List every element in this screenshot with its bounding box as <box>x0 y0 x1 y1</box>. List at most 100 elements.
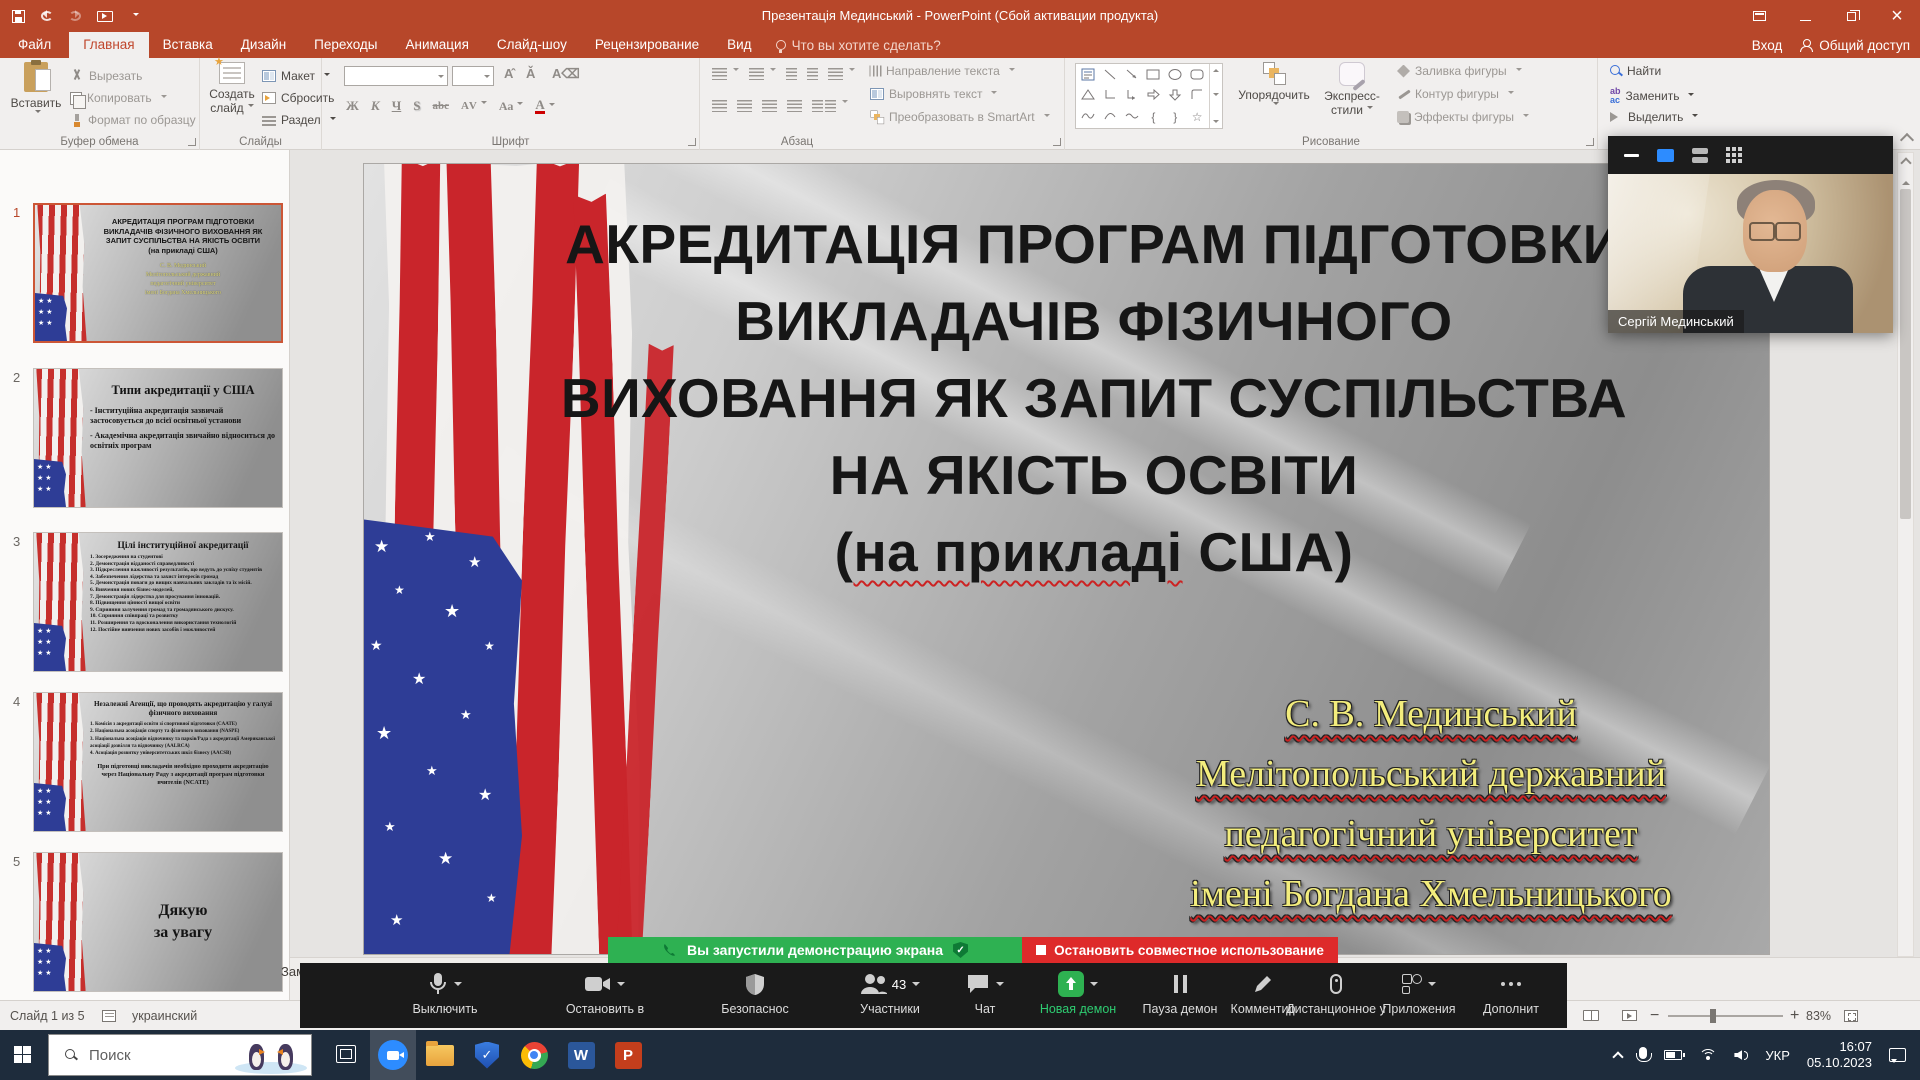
shape-effects-button[interactable]: Эффекты фигуры <box>1397 110 1529 124</box>
tray-expand-icon[interactable] <box>1613 1051 1624 1062</box>
start-button[interactable] <box>14 1046 31 1063</box>
video-options-caret[interactable] <box>617 982 625 990</box>
action-center-icon[interactable] <box>1889 1048 1906 1062</box>
active-speaker-view-icon[interactable] <box>1657 149 1674 162</box>
copy-button[interactable]: Копировать <box>70 88 167 108</box>
tell-me-box[interactable]: Что вы хотите сделать? <box>766 32 941 58</box>
line-spacing-button[interactable] <box>828 68 855 80</box>
layout-button[interactable]: Макет <box>262 66 330 86</box>
speaker-view-icon[interactable] <box>1692 148 1708 154</box>
font-size-combo[interactable] <box>452 66 494 86</box>
notes-label[interactable]: Заметки <box>281 964 302 982</box>
slideshow-view-icon[interactable] <box>1622 1010 1637 1021</box>
strikethrough-button[interactable]: abc <box>432 100 449 112</box>
slide-author-block[interactable]: С. В. Мединський Мелітопольський державн… <box>1101 684 1761 924</box>
chat-caret[interactable] <box>996 982 1004 990</box>
clear-format-button[interactable]: А⌫ <box>552 66 580 82</box>
tab-home[interactable]: Главная <box>69 32 148 58</box>
font-name-combo[interactable] <box>344 66 448 86</box>
text-shadow-button[interactable]: S <box>413 98 420 114</box>
italic-button[interactable]: К <box>371 98 380 114</box>
tab-slideshow[interactable]: Слайд-шоу <box>483 32 581 58</box>
thumbnail-slide-4[interactable]: 4 Незалежні Агенції, що проводять акреди… <box>33 692 283 832</box>
wifi-icon[interactable] <box>1699 1049 1717 1062</box>
arrange-button[interactable]: Упорядочить <box>1235 62 1313 108</box>
cut-button[interactable]: Вырезать <box>70 66 142 86</box>
more-button[interactable]: Дополнит <box>1466 963 1556 1028</box>
drawing-dialog-launcher[interactable] <box>1586 138 1594 146</box>
close-button[interactable]: × <box>1874 0 1920 32</box>
shrink-font-button[interactable]: А̌ <box>526 66 535 81</box>
minimize-video-icon[interactable] <box>1624 154 1639 157</box>
new-share-button[interactable]: Новая демон <box>1028 963 1128 1028</box>
format-painter-button[interactable]: Формат по образцу <box>70 110 196 130</box>
battery-icon[interactable] <box>1664 1050 1682 1060</box>
tab-transitions[interactable]: Переходы <box>300 32 391 58</box>
language-indicator[interactable]: украинский <box>132 1001 197 1031</box>
convert-smartart-button[interactable]: Преобразовать в SmartArt <box>870 110 1050 124</box>
decrease-indent-button[interactable] <box>786 68 797 80</box>
task-view-button[interactable] <box>336 1045 356 1063</box>
align-center-button[interactable] <box>737 100 752 112</box>
font-color-button[interactable]: А <box>535 98 544 114</box>
justify-button[interactable] <box>787 100 802 112</box>
chat-button[interactable]: Чат <box>945 963 1025 1028</box>
increase-indent-button[interactable] <box>807 68 818 80</box>
shape-outline-button[interactable]: Контур фигуры <box>1397 87 1514 101</box>
mute-options-caret[interactable] <box>454 982 462 990</box>
start-slideshow-icon[interactable] <box>97 11 113 22</box>
fit-to-window-icon[interactable] <box>1844 1010 1858 1022</box>
select-button[interactable]: Выделить <box>1610 110 1698 124</box>
webcam-overlay[interactable]: Сергій Мединський <box>1608 136 1893 333</box>
clipboard-dialog-launcher[interactable] <box>188 138 196 146</box>
grow-font-button[interactable]: А̂ <box>504 66 513 81</box>
security-button[interactable]: Безопаснос <box>695 963 815 1028</box>
undo-icon[interactable] <box>41 11 53 21</box>
paste-button[interactable]: Вставить <box>10 62 62 116</box>
thumbnail-slide-2[interactable]: 2 Типи акредитації у США - Інституційна … <box>33 368 283 508</box>
vertical-scrollbar[interactable] <box>1897 152 1914 957</box>
stop-share-button[interactable]: Остановить совместное использование <box>1022 937 1338 963</box>
gallery-view-icon[interactable] <box>1726 147 1730 151</box>
tab-review[interactable]: Рецензирование <box>581 32 713 58</box>
taskbar-chrome-app[interactable] <box>511 1030 557 1080</box>
share-button[interactable]: Общий доступ <box>1800 38 1910 53</box>
taskbar-search[interactable]: Поиск <box>48 1034 312 1076</box>
char-spacing-button[interactable]: АV <box>461 100 487 112</box>
replace-button[interactable]: abac Заменить <box>1610 87 1694 105</box>
reading-view-icon[interactable] <box>1583 1010 1599 1021</box>
scroll-chevron-icon[interactable] <box>1900 157 1911 168</box>
zoom-in-button[interactable]: + <box>1790 1001 1799 1031</box>
taskbar-word-app[interactable]: W <box>558 1030 604 1080</box>
bold-button[interactable]: Ж <box>346 98 359 114</box>
apps-caret[interactable] <box>1428 982 1436 990</box>
sign-in-button[interactable]: Вход <box>1752 38 1783 53</box>
taskbar-explorer-app[interactable] <box>417 1030 463 1080</box>
thumbnail-slide-5[interactable]: 5 Дякую за увагу <box>33 852 283 992</box>
taskbar-shield-app[interactable]: ✓ <box>464 1030 510 1080</box>
restore-button[interactable] <box>1828 0 1874 32</box>
minimize-button[interactable] <box>1782 0 1828 32</box>
shape-fill-button[interactable]: Заливка фигуры <box>1397 64 1522 78</box>
columns-button[interactable] <box>812 100 848 112</box>
qat-customize-caret[interactable] <box>133 13 139 19</box>
taskbar-zoom-app[interactable] <box>370 1030 416 1080</box>
align-left-button[interactable] <box>712 100 727 112</box>
zoom-slider-thumb[interactable] <box>1710 1009 1716 1023</box>
mute-button[interactable]: Выключить <box>380 963 510 1028</box>
participants-caret[interactable] <box>912 982 920 990</box>
quick-styles-button[interactable]: Экспресс- стили <box>1317 62 1387 117</box>
share-options-caret[interactable] <box>1090 982 1098 990</box>
slide-canvas[interactable]: ★ ★ ★ ★ ★ ★ ★ ★ ★ ★ ★ ★ ★ ★ ★ ★ АКРЕДИТА… <box>363 163 1770 955</box>
shapes-scrollbar[interactable] <box>1209 64 1222 128</box>
align-right-button[interactable] <box>762 100 777 112</box>
stop-video-button[interactable]: Остановить в <box>540 963 670 1028</box>
redo-icon[interactable] <box>69 11 81 21</box>
tab-design[interactable]: Дизайн <box>227 32 300 58</box>
slide-title[interactable]: АКРЕДИТАЦІЯ ПРОГРАМ ПІДГОТОВКИ ВИКЛАДАЧІ… <box>424 206 1764 591</box>
tray-microphone-icon[interactable] <box>1639 1047 1647 1059</box>
ribbon-display-options-button[interactable] <box>1736 0 1782 32</box>
underline-button[interactable]: Ч <box>392 98 402 114</box>
align-text-button[interactable]: Выровнять текст <box>870 87 997 101</box>
tab-animation[interactable]: Анимация <box>392 32 483 58</box>
